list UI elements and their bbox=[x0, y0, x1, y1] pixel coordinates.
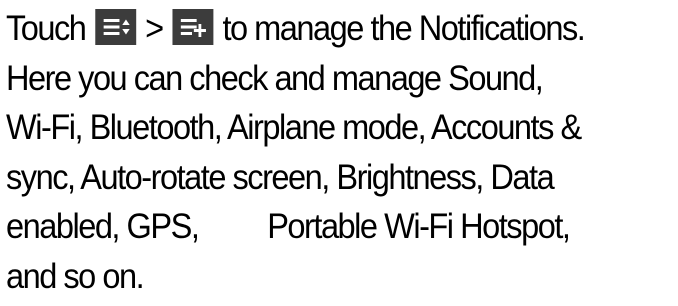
add-settings-icon bbox=[172, 9, 214, 45]
paragraph-line-3: Wi-Fi, Bluetooth, Airplane mode, Account… bbox=[6, 108, 582, 148]
line1-separator: > bbox=[137, 9, 171, 48]
paragraph-line-5: enabled, GPS, Portable Wi-Fi Hotspot, bbox=[6, 202, 627, 252]
line5-text-before: enabled, GPS, bbox=[6, 207, 200, 247]
instruction-paragraph: Touch > to manage the Notifications. Her… bbox=[6, 4, 627, 302]
paragraph-line-4: sync, Auto-rotate screen, Brightness, Da… bbox=[6, 157, 555, 197]
paragraph-line-1: Touch > to manage the Notifications. bbox=[6, 4, 627, 54]
line5-text-after: Portable Wi-Fi Hotspot, bbox=[267, 207, 571, 247]
paragraph-line-6: and so on. bbox=[6, 256, 145, 296]
line1-text-after: to manage the Notifications. bbox=[214, 9, 585, 48]
line1-text-before: Touch bbox=[6, 9, 93, 48]
reorder-settings-icon bbox=[94, 9, 136, 45]
paragraph-line-2: Here you can check and manage Sound, bbox=[6, 58, 544, 98]
